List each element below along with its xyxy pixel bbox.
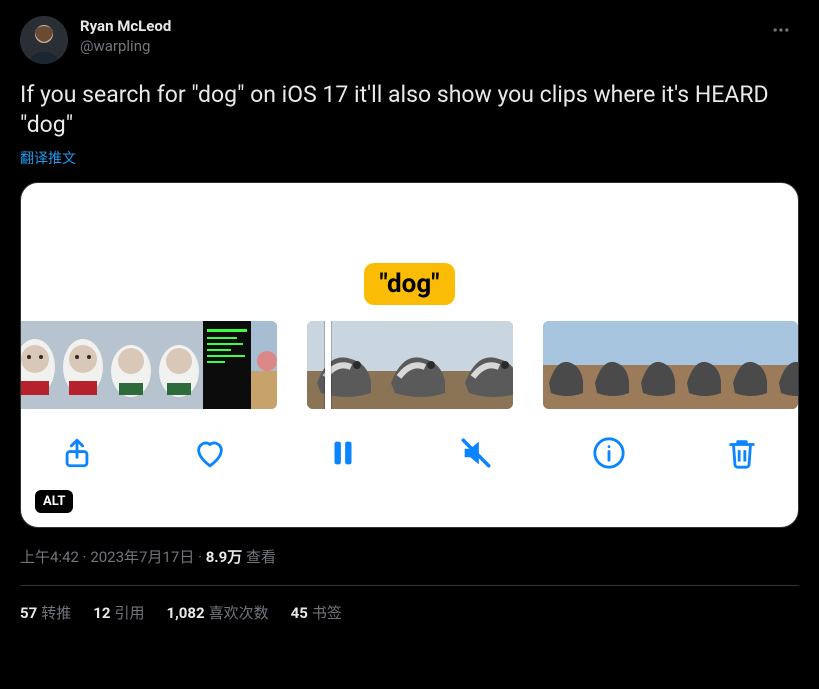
heart-icon[interactable] — [190, 433, 230, 473]
tweet-text: If you search for "dog" on iOS 17 it'll … — [20, 80, 799, 140]
likes-stat[interactable]: 1,082喜欢次数 — [166, 602, 268, 623]
clip-frame — [635, 321, 681, 409]
clip-frame — [203, 321, 251, 409]
clip-group[interactable] — [307, 321, 512, 409]
info-icon[interactable] — [589, 433, 629, 473]
views-label: 查看 — [246, 548, 276, 566]
media-card[interactable]: "dog" — [20, 182, 799, 528]
tweet-time: 上午4:42 — [20, 548, 79, 566]
tweet-date: 2023年7月17日 — [90, 548, 194, 566]
avatar[interactable] — [20, 16, 68, 64]
translate-link[interactable]: 翻译推文 — [20, 148, 76, 168]
alt-badge[interactable]: ALT — [35, 490, 73, 513]
tweet-meta[interactable]: 上午4:42 · 2023年7月17日 · 8.9万 查看 — [20, 546, 799, 567]
clip-frame — [381, 321, 455, 409]
playhead[interactable] — [325, 321, 331, 409]
clip-frame — [455, 321, 512, 409]
media-top: "dog" — [21, 183, 798, 305]
clip-frame — [59, 321, 107, 409]
clip-group[interactable] — [20, 321, 277, 409]
timeline[interactable] — [20, 305, 798, 409]
clip-group[interactable] — [543, 321, 798, 409]
tweet-container: Ryan McLeod @warpling If you search for … — [0, 0, 819, 623]
clip-frame — [773, 321, 798, 409]
user-handle[interactable]: @warpling — [80, 36, 751, 56]
mute-icon[interactable] — [456, 433, 496, 473]
clip-frame — [20, 321, 59, 409]
pause-icon[interactable] — [323, 433, 363, 473]
clip-frame — [589, 321, 635, 409]
clip-frame — [681, 321, 727, 409]
search-tag: "dog" — [364, 263, 456, 305]
more-icon[interactable] — [763, 16, 799, 49]
views-count: 8.9万 — [206, 548, 243, 566]
trash-icon[interactable] — [722, 433, 762, 473]
clip-frame — [155, 321, 203, 409]
media-toolbar — [21, 409, 798, 473]
clip-frame — [307, 321, 381, 409]
tweet-header: Ryan McLeod @warpling — [20, 16, 799, 64]
bookmarks-stat[interactable]: 45书签 — [291, 602, 342, 623]
stats-row: 57转推 12引用 1,082喜欢次数 45书签 — [20, 586, 799, 623]
clip-frame — [251, 321, 277, 409]
quotes-stat[interactable]: 12引用 — [93, 602, 144, 623]
share-icon[interactable] — [57, 433, 97, 473]
user-block: Ryan McLeod @warpling — [80, 16, 751, 56]
retweets-stat[interactable]: 57转推 — [20, 602, 71, 623]
clip-frame — [107, 321, 155, 409]
clip-frame — [543, 321, 589, 409]
display-name[interactable]: Ryan McLeod — [80, 16, 751, 36]
clip-frame — [727, 321, 773, 409]
